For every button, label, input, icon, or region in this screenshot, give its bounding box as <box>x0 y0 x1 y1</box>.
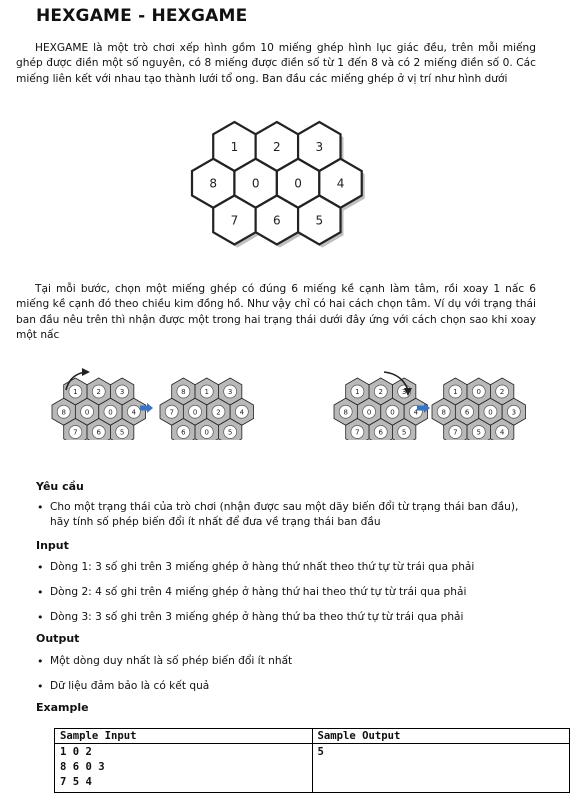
sample-input-line: 7 5 4 <box>60 776 92 788</box>
sample-input-line: 8 6 0 3 <box>60 761 105 773</box>
hex-tile-number: 0 <box>488 408 492 416</box>
hex-tile-number: 4 <box>132 408 137 416</box>
hex-tile-number: 0 <box>390 408 394 416</box>
hex-tile-number: 3 <box>512 408 516 416</box>
arrow-right-icon <box>147 403 153 413</box>
rotate-arrow-head-icon <box>82 368 90 376</box>
hex-tile-number: 6 <box>273 213 281 227</box>
honeycomb: 1 2 38 0 0 47 6 5 <box>333 377 428 440</box>
arrow-right-icon-shaft <box>140 405 147 411</box>
hex-tile-number: 5 <box>120 429 124 437</box>
hex-tile-number: 1 <box>205 388 209 396</box>
sample-input-header: Sample Input <box>54 728 313 744</box>
sample-input-line: 1 0 2 <box>60 746 92 758</box>
input-heading: Input <box>36 539 69 552</box>
output-item-2: Dữ liệu đảm bảo là có kết quả <box>36 679 536 695</box>
hex-tile-number: 5 <box>402 429 406 437</box>
hex-tile-number: 4 <box>500 429 505 437</box>
honeycomb: 1 0 2 8 6 0 3 7 5 4 <box>431 377 526 440</box>
hex-tile-number: 2 <box>500 388 504 396</box>
output-heading: Output <box>36 632 80 645</box>
hex-tile-number: 7 <box>169 408 173 416</box>
hex-tile-number: 8 <box>343 408 347 416</box>
initial-honeycomb-figure: 1 2 3 8 0 0 4 7 6 5 <box>190 120 365 248</box>
hex-tile-number: 3 <box>315 140 323 154</box>
sample-output-header: Sample Output <box>311 728 570 744</box>
hex-tile-number: 3 <box>228 388 232 396</box>
hex-tile-number: 4 <box>337 177 345 191</box>
example-heading: Example <box>36 701 89 714</box>
hex-tile-number: 0 <box>205 429 209 437</box>
requirement-item: Cho một trạng thái của trò chơi (nhận đư… <box>36 500 536 531</box>
page-title: HEXGAME - HEXGAME <box>36 6 248 26</box>
hex-tile-number: 6 <box>465 408 470 416</box>
rotation-paragraph: Tại mỗi bước, chọn một miếng ghép có đún… <box>16 282 536 344</box>
hex-tile-number: 2 <box>379 388 383 396</box>
hex-tile-number: 6 <box>181 429 186 437</box>
arrow-right-icon-shaft <box>417 405 424 411</box>
hex-tile-number: 6 <box>379 429 384 437</box>
input-item-2: Dòng 2: 4 số ghi trên 4 miếng ghép ở hàn… <box>36 585 536 601</box>
hex-tile-number: 5 <box>315 213 323 227</box>
hex-tile-number: 0 <box>193 408 197 416</box>
input-item-1: Dòng 1: 3 số ghi trên 3 miếng ghép ở hàn… <box>36 560 536 576</box>
rotation-examples-figure: 1 2 38 0 0 47 6 58 1 37 0 2 46 0 51 2 38 0 0 47 6 51 0 28 6 0 37 5 4 <box>51 368 526 440</box>
honeycomb: 1 2 3 8 0 0 4 7 6 5 <box>190 120 365 248</box>
requirement-heading: Yêu cầu <box>36 480 84 493</box>
honeycomb: 8 1 3 7 0 2 4 6 0 5 <box>159 377 254 440</box>
output-item-1: Một dòng duy nhất là số phép biến đổi ít… <box>36 654 536 670</box>
hex-tile-number: 7 <box>355 429 359 437</box>
sample-table: Sample Input Sample Output 1 0 2 8 6 0 3… <box>54 728 570 793</box>
intro-paragraph: HEXGAME là một trò chơi xếp hình gồm 10 … <box>16 41 536 87</box>
hex-tile-number: 0 <box>85 408 89 416</box>
hex-tile-number: 5 <box>477 429 481 437</box>
hex-tile-number: 2 <box>216 408 220 416</box>
hex-tile-number: 0 <box>294 177 302 191</box>
hex-tile-number: 4 <box>240 408 245 416</box>
hex-tile-number: 8 <box>209 177 217 191</box>
hex-tile-number: 2 <box>273 140 281 154</box>
sample-input-cell: 1 0 2 8 6 0 3 7 5 4 <box>54 743 313 793</box>
hex-tile-number: 7 <box>73 429 77 437</box>
hex-tile-number: 1 <box>453 388 457 396</box>
input-item-3: Dòng 3: 3 số ghi trên 3 miếng ghép ở hàn… <box>36 610 536 626</box>
sample-output-line: 5 <box>317 746 324 758</box>
hex-tile-number: 7 <box>231 213 239 227</box>
hex-tile-number: 0 <box>367 408 371 416</box>
hex-tile-number: 8 <box>181 388 185 396</box>
hex-tile-number: 1 <box>355 388 359 396</box>
hex-tile-number: 0 <box>477 388 481 396</box>
sample-output-cell: 5 <box>311 743 570 793</box>
hex-tile-number: 7 <box>453 429 457 437</box>
intro-text: HEXGAME là một trò chơi xếp hình gồm 10 … <box>16 42 536 85</box>
hex-tile-number: 3 <box>120 388 124 396</box>
hex-tile-number: 0 <box>252 177 260 191</box>
hex-tile-number: 8 <box>441 408 445 416</box>
hex-tile-number: 5 <box>228 429 232 437</box>
hex-tile-number: 6 <box>97 429 102 437</box>
hex-tile-number: 0 <box>108 408 112 416</box>
hex-tile-number: 2 <box>97 388 101 396</box>
rotation-text: Tại mỗi bước, chọn một miếng ghép có đún… <box>16 283 536 342</box>
hex-tile-number: 8 <box>61 408 65 416</box>
problem-page: HEXGAME - HEXGAME HEXGAME là một trò chơ… <box>0 0 583 809</box>
hex-tile-number: 1 <box>231 140 239 154</box>
hex-tile-number: 1 <box>73 388 77 396</box>
